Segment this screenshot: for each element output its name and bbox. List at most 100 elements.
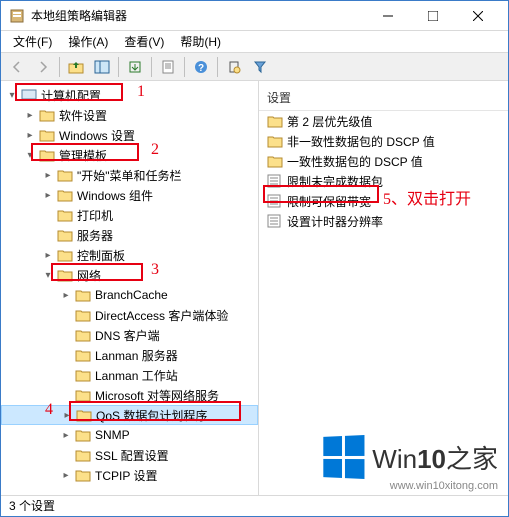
list-item[interactable]: 非一致性数据包的 DSCP 值 <box>259 131 508 151</box>
collapse-icon[interactable]: ▾ <box>5 90 19 101</box>
list-label: 第 2 层优先级值 <box>287 113 372 130</box>
folder-icon <box>75 328 91 342</box>
list-label: 设置计时器分辨率 <box>287 213 383 230</box>
tree-item[interactable]: ▸ Windows 组件 <box>1 185 258 205</box>
separator <box>118 57 119 77</box>
tree-label: 服务器 <box>77 227 113 244</box>
titlebar: 本地组策略编辑器 <box>1 1 508 31</box>
expand-icon[interactable]: ▸ <box>59 470 73 481</box>
tree-item[interactable]: ▸Windows 设置 <box>1 125 258 145</box>
tree-item[interactable]: ▸TCPIP 设置 <box>1 465 258 485</box>
tree-item[interactable]: ▸SNMP <box>1 425 258 445</box>
folder-icon <box>57 188 73 202</box>
expand-icon[interactable]: ▸ <box>41 250 55 261</box>
tree-label: Lanman 工作站 <box>95 367 178 384</box>
expand-icon[interactable]: ▸ <box>60 410 74 421</box>
folder-icon <box>75 368 91 382</box>
tree-item[interactable]: Lanman 服务器 <box>1 345 258 365</box>
list-pane[interactable]: 设置 第 2 层优先级值 非一致性数据包的 DSCP 值 一致性数据包的 DSC… <box>259 81 508 495</box>
tree-item[interactable]: 服务器 <box>1 225 258 245</box>
folder-icon <box>57 168 73 182</box>
list-label: 限制未完成数据包 <box>287 173 383 190</box>
folder-icon <box>267 114 283 128</box>
tree-label: DirectAccess 客户端体验 <box>95 307 228 324</box>
tree-label: Windows 组件 <box>77 187 153 204</box>
toolbar: ? <box>1 53 508 81</box>
tree-item[interactable]: DirectAccess 客户端体验 <box>1 305 258 325</box>
folder-icon <box>57 228 73 242</box>
refresh-button[interactable] <box>156 55 180 79</box>
maximize-button[interactable] <box>410 1 455 31</box>
folder-icon <box>57 268 73 282</box>
statusbar: 3 个设置 <box>1 495 508 515</box>
app-icon <box>9 8 25 24</box>
collapse-icon[interactable]: ▾ <box>23 150 37 161</box>
tree-item[interactable]: ▸软件设置 <box>1 105 258 125</box>
list-label: 一致性数据包的 DSCP 值 <box>287 153 423 170</box>
tree-label: 打印机 <box>77 207 113 224</box>
show-hide-tree-button[interactable] <box>90 55 114 79</box>
help-button[interactable]: ? <box>189 55 213 79</box>
expand-icon[interactable]: ▸ <box>41 170 55 181</box>
export-button[interactable] <box>123 55 147 79</box>
list-header[interactable]: 设置 <box>259 85 508 111</box>
tree-label: Lanman 服务器 <box>95 347 178 364</box>
folder-icon <box>75 308 91 322</box>
tree-label: 计算机配置 <box>41 87 101 104</box>
minimize-button[interactable] <box>365 1 410 31</box>
list-item[interactable]: 设置计时器分辨率 <box>259 211 508 231</box>
menu-help[interactable]: 帮助(H) <box>172 31 229 52</box>
computer-icon <box>21 88 37 102</box>
menu-file[interactable]: 文件(F) <box>5 31 60 52</box>
expand-icon[interactable]: ▸ <box>59 430 73 441</box>
tree-item[interactable]: SSL 配置设置 <box>1 445 258 465</box>
expand-icon[interactable]: ▸ <box>59 290 73 301</box>
separator <box>217 57 218 77</box>
window: 本地组策略编辑器 文件(F) 操作(A) 查看(V) 帮助(H) ? ▾ 计算机… <box>0 0 509 517</box>
tree-pane[interactable]: ▾ 计算机配置 ▸软件设置 ▸Windows 设置 ▾管理模板 ▸ "开始"菜单和… <box>1 81 259 495</box>
tree-item[interactable]: 打印机 <box>1 205 258 225</box>
folder-icon <box>57 208 73 222</box>
folder-icon <box>75 348 91 362</box>
collapse-icon[interactable]: ▾ <box>41 270 55 281</box>
folder-icon <box>75 288 91 302</box>
menu-action[interactable]: 操作(A) <box>60 31 116 52</box>
tree-item[interactable]: Microsoft 对等网络服务 <box>1 385 258 405</box>
list-item[interactable]: 一致性数据包的 DSCP 值 <box>259 151 508 171</box>
tree-root[interactable]: ▾ 计算机配置 <box>1 85 258 105</box>
up-button[interactable] <box>64 55 88 79</box>
tree-item[interactable]: DNS 客户端 <box>1 325 258 345</box>
folder-icon <box>57 248 73 262</box>
tree-label: "开始"菜单和任务栏 <box>77 167 182 184</box>
tree-item[interactable]: ▾ 网络 <box>1 265 258 285</box>
separator <box>184 57 185 77</box>
expand-icon[interactable]: ▸ <box>41 190 55 201</box>
filter-button[interactable] <box>248 55 272 79</box>
folder-icon <box>39 128 55 142</box>
menu-view[interactable]: 查看(V) <box>116 31 172 52</box>
list-item[interactable]: 限制可保留带宽 <box>259 191 508 211</box>
properties-button[interactable] <box>222 55 246 79</box>
expand-icon[interactable]: ▸ <box>23 130 37 141</box>
setting-icon <box>267 174 283 188</box>
tree-item[interactable]: ▸BranchCache <box>1 285 258 305</box>
close-button[interactable] <box>455 1 500 31</box>
tree-label: 控制面板 <box>77 247 125 264</box>
list-item[interactable]: 第 2 层优先级值 <box>259 111 508 131</box>
tree-item[interactable]: ▸ 控制面板 <box>1 245 258 265</box>
back-button[interactable] <box>5 55 29 79</box>
list-label: 限制可保留带宽 <box>287 193 371 210</box>
tree-item[interactable]: Lanman 工作站 <box>1 365 258 385</box>
folder-icon <box>267 154 283 168</box>
folder-icon <box>39 108 55 122</box>
list-item[interactable]: 限制未完成数据包 <box>259 171 508 191</box>
expand-icon[interactable]: ▸ <box>23 110 37 121</box>
tree-item[interactable]: ▸ "开始"菜单和任务栏 <box>1 165 258 185</box>
setting-icon <box>267 194 283 208</box>
svg-text:?: ? <box>198 63 204 74</box>
tree-label: 网络 <box>77 267 101 284</box>
content: ▾ 计算机配置 ▸软件设置 ▸Windows 设置 ▾管理模板 ▸ "开始"菜单和… <box>1 81 508 495</box>
forward-button[interactable] <box>31 55 55 79</box>
tree-item[interactable]: ▾管理模板 <box>1 145 258 165</box>
tree-item-selected[interactable]: ▸QoS 数据包计划程序 <box>1 405 258 425</box>
